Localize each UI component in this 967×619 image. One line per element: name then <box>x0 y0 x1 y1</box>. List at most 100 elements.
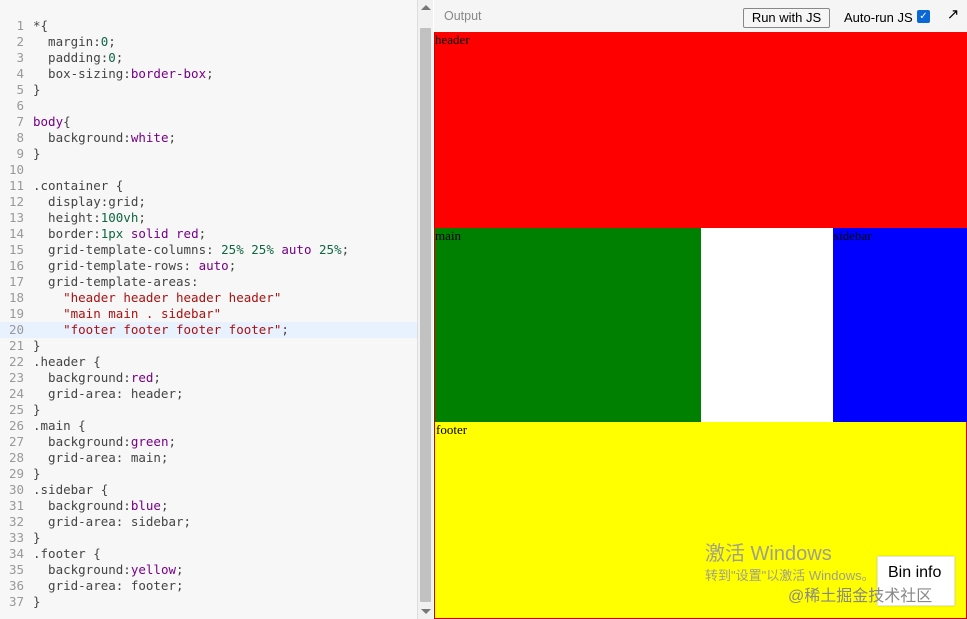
line-number: 20 <box>8 322 24 337</box>
line-number: 12 <box>8 194 24 209</box>
code-token: ; <box>176 562 184 577</box>
code-token: background: <box>33 498 131 513</box>
grid-sidebar: sidebar <box>833 228 967 422</box>
auto-run-js-label[interactable]: Auto-run JS <box>844 10 913 25</box>
line-number: 34 <box>8 546 24 561</box>
code-token: white <box>130 130 169 145</box>
code-line[interactable]: 19 "main main . sidebar" <box>0 306 417 322</box>
code-token: 25% <box>251 242 274 257</box>
code-token: ; <box>198 226 207 241</box>
code-token: blue <box>130 498 161 513</box>
code-token: 1px <box>100 226 124 241</box>
code-line[interactable]: 22 .header { <box>0 354 417 370</box>
code-editor[interactable]: 1 *{2 margin:0; 3 padding:0; 4 box-sizing:b… <box>0 0 417 619</box>
line-number: 11 <box>8 178 24 193</box>
code-line[interactable]: 36 grid-area: footer; <box>0 578 417 594</box>
code-line[interactable]: 13 height:100vh; <box>0 210 417 226</box>
line-number: 15 <box>8 242 24 257</box>
code-token: } <box>33 338 41 353</box>
scroll-thumb[interactable] <box>420 28 431 602</box>
code-token: ; <box>153 370 161 385</box>
code-line[interactable]: 34 .footer { <box>0 546 417 562</box>
code-token: solid <box>130 226 169 241</box>
output-toolbar: Output Run with JS Auto-run JS ✓ ↗ <box>434 0 967 32</box>
code-line[interactable]: 31 background:blue; <box>0 498 417 514</box>
line-number: 36 <box>8 578 24 593</box>
code-line[interactable]: 3 padding:0; <box>0 50 417 66</box>
code-line[interactable]: 24 grid-area: header; <box>0 386 417 402</box>
code-line[interactable]: 23 background:red; <box>0 370 417 386</box>
line-number: 6 <box>16 98 24 113</box>
code-token: ; <box>168 130 177 145</box>
arrow-up-right-icon[interactable]: ↗ <box>945 6 961 22</box>
line-number: 7 <box>16 114 24 129</box>
code-line[interactable]: 6 <box>0 98 417 114</box>
code-line[interactable]: 8 background:white; <box>0 130 417 146</box>
code-line[interactable]: 20 "footer footer footer footer"; <box>0 322 417 338</box>
line-number: 18 <box>8 290 24 305</box>
scroll-down-arrow-icon[interactable] <box>421 609 431 614</box>
auto-run-js-checkbox[interactable]: ✓ <box>917 10 930 23</box>
code-token: grid-template-rows: <box>33 258 199 273</box>
code-line[interactable]: 25} <box>0 402 417 418</box>
code-line[interactable]: 21} <box>0 338 417 354</box>
code-token: } <box>33 146 41 161</box>
line-number: 13 <box>8 210 24 225</box>
code-token: red <box>176 226 199 241</box>
code-line[interactable]: 10 <box>0 162 417 178</box>
code-line[interactable]: 33} <box>0 530 417 546</box>
code-token: grid-area: main; <box>33 450 169 465</box>
code-line[interactable]: 14 border:1px solid red; <box>0 226 417 242</box>
code-line[interactable]: 9} <box>0 146 417 162</box>
code-token: ; <box>138 210 146 225</box>
scroll-up-arrow-icon[interactable] <box>421 5 431 10</box>
code-token: background: <box>33 370 131 385</box>
code-line[interactable]: 12 display:grid; <box>0 194 417 210</box>
code-line[interactable]: 5} <box>0 82 417 98</box>
code-token: ; <box>228 258 237 273</box>
code-token: border: <box>33 226 101 241</box>
code-line[interactable]: 27 background:green; <box>0 434 417 450</box>
code-line[interactable]: 32 grid-area: sidebar; <box>0 514 417 530</box>
output-label: Output <box>444 9 482 23</box>
sidebar-label: sidebar <box>834 228 872 243</box>
code-token: grid-area: header; <box>33 386 184 401</box>
code-line[interactable]: 11 .container { <box>0 178 417 194</box>
code-line[interactable]: 29} <box>0 466 417 482</box>
code-line[interactable]: 15 grid-template-columns: 25% 25% auto 2… <box>0 242 417 258</box>
code-line[interactable]: 37} <box>0 594 417 610</box>
code-token: grid-area: sidebar; <box>33 514 192 529</box>
code-line[interactable]: 26 .main { <box>0 418 417 434</box>
code-line[interactable]: 30 .sidebar { <box>0 482 417 498</box>
code-token: ; <box>108 34 116 49</box>
code-token: 0 <box>108 50 116 65</box>
code-line[interactable]: 2 margin:0; <box>0 34 417 50</box>
line-number: 19 <box>8 306 24 321</box>
run-with-js-button[interactable]: Run with JS <box>743 8 830 28</box>
code-line[interactable]: 28 grid-area: main; <box>0 450 417 466</box>
footer-label: footer <box>436 422 468 437</box>
code-token: *{ <box>33 18 49 33</box>
code-line[interactable]: 35 background:yellow; <box>0 562 417 578</box>
code-token: background: <box>33 562 131 577</box>
code-line[interactable]: 4 box-sizing:border-box; <box>0 66 417 82</box>
code-token: 25% <box>319 242 342 257</box>
line-number: 27 <box>8 434 24 449</box>
code-line[interactable]: 7 body{ <box>0 114 417 130</box>
code-line[interactable]: 16 grid-template-rows: auto; <box>0 258 417 274</box>
editor-scrollbar[interactable] <box>417 0 433 619</box>
code-token: ; <box>206 66 214 81</box>
code-token: ; <box>160 498 169 513</box>
code-token: } <box>33 82 41 97</box>
code-line[interactable]: 17 grid-template-areas: <box>0 274 417 290</box>
code-line[interactable]: 18 "header header header header" <box>0 290 417 306</box>
code-token: } <box>33 402 41 417</box>
line-number: 32 <box>8 514 24 529</box>
line-number: 24 <box>8 386 24 401</box>
code-line[interactable]: 1 *{ <box>0 18 417 34</box>
line-number: 17 <box>8 274 24 289</box>
line-number: 16 <box>8 258 24 273</box>
